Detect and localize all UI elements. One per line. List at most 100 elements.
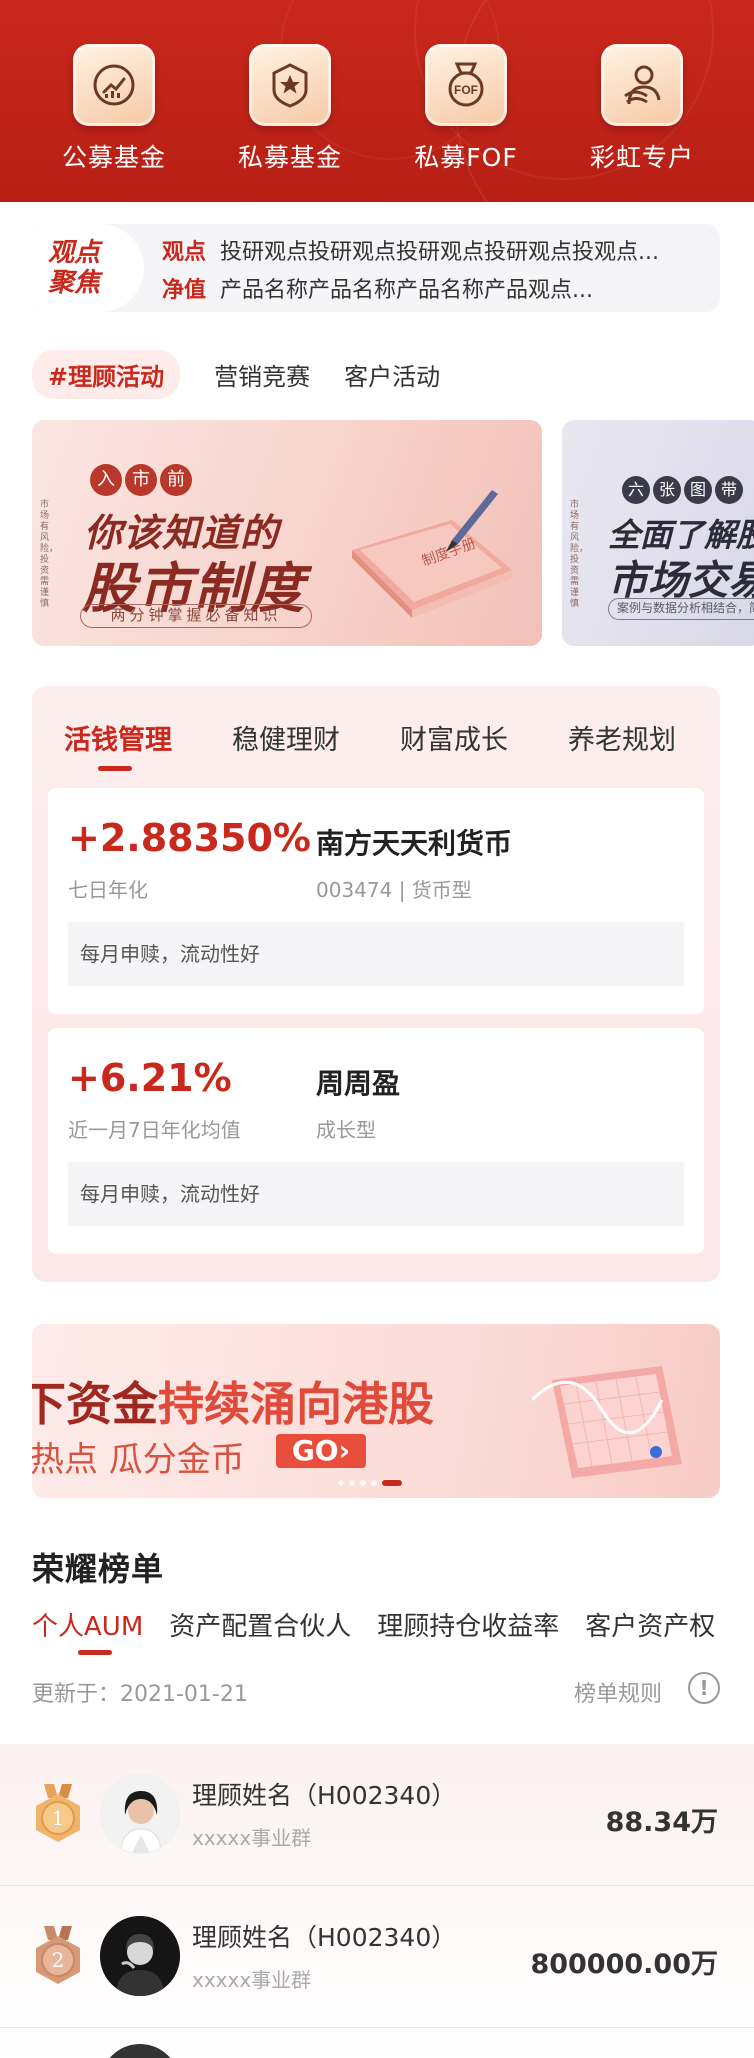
tab-wealth-growth[interactable]: 财富成长 [400,718,508,757]
product-rate-label: 七日年化 [68,878,148,902]
banner-badges: 入 市 前 [90,464,195,496]
banner-subtitle: 两分钟掌握必备知识 [80,604,312,628]
product-panel: 活钱管理 稳健理财 财富成长 养老规划 +2.88350% 七日年化 南方天天利… [32,686,720,1282]
ranking-row[interactable]: 2 理顾姓名（H002340） xxxxx事业群 800000.00万 [0,1886,754,2028]
focus-row-viewpoint[interactable]: 观点 投研观点投研观点投研观点投研观点投观点... [162,234,702,266]
category-nav: 公募基金 私募基金 FOF 私募FOF 彩虹专户 [0,44,754,174]
product-rate: +2.88350% [68,816,311,860]
focus-logo: 观点 聚焦 [32,224,144,312]
product-meta: 成长型 [316,1118,376,1142]
nav-label: 彩虹专户 [589,143,694,172]
focus-text: 投研观点投研观点投研观点投研观点投观点... [220,240,659,265]
carousel-dot [360,1480,366,1486]
focus-strip[interactable]: 观点 聚焦 观点 投研观点投研观点投研观点投研观点投观点... 净值 产品名称产… [32,224,720,312]
help-icon[interactable]: ! [688,1672,720,1704]
nav-item-private-fof[interactable]: FOF 私募FOF [378,44,554,174]
badge-char: 张 [653,476,681,504]
ranking-tabs: 个人AUM 资产配置合伙人 理顾持仓收益率 客户资产权 [32,1606,741,1655]
svg-text:FOF: FOF [454,83,478,97]
promo-banner[interactable]: 下资金持续涌向港股 热点 瓜分金币 GO› [32,1324,720,1498]
avatar [100,2044,180,2058]
nav-item-rainbow-account[interactable]: 彩虹专户 [554,44,730,174]
gold-medal-icon: 1 [36,1784,80,1842]
badge-char: 入 [90,464,122,496]
avatar [100,1774,180,1854]
ranking-list: 1 理顾姓名（H002340） xxxxx事业群 88.34万 2 理顾姓名（H… [0,1744,754,2058]
focus-tag: 观点 [162,240,207,265]
aum-value: 88.34万 [605,1807,718,1838]
nav-item-private-fund[interactable]: 私募基金 [202,44,378,174]
product-tag: 每月申赎，流动性好 [68,922,684,986]
chart-board-illustration [532,1366,682,1478]
tab-cash-management[interactable]: 活钱管理 [64,718,172,771]
advisor-name: 理顾姓名（H002340） [192,1923,457,1952]
focus-text: 产品名称产品名称产品名称产品观点... [220,278,593,303]
banner-stock-system[interactable]: 市场有风险，投资需谨慎 入 市 前 你该知道的 股市制度 两分钟掌握必备知识 制… [32,420,542,646]
badge-char: 市 [125,464,157,496]
risk-disclaimer: 市场有风险，投资需谨慎 [570,500,589,609]
product-rate-label: 近一月7日年化均值 [68,1118,241,1142]
fof-medal-icon: FOF [425,44,507,126]
risk-disclaimer: 市场有风险，投资需谨慎 [40,500,59,609]
banner-badges: 六 张 图 带 [622,476,746,504]
tab-advisor-activity[interactable]: #理顾活动 [32,350,181,399]
promo-title-red: 持续涌向港股 [158,1377,434,1431]
star-badge-icon [249,44,331,126]
product-tabs: 活钱管理 稳健理财 财富成长 养老规划 [32,718,720,771]
rank-number: 1 [52,1806,65,1830]
carousel-indicator [338,1480,407,1486]
avatar [100,1916,180,1996]
rank-number: 2 [52,1948,65,1972]
nav-item-public-fund[interactable]: 公募基金 [26,44,202,174]
chart-coin-icon [73,44,155,126]
focus-logo-line1: 观点 [48,238,101,268]
top-header: 公募基金 私募基金 FOF 私募FOF 彩虹专户 [0,0,754,202]
tab-customer-activity[interactable]: 客户活动 [344,357,440,392]
product-card[interactable]: +2.88350% 七日年化 南方天天利货币 003474 | 货币型 每月申赎… [48,788,704,1014]
nav-label: 私募FOF [414,143,518,172]
banner-market-trading[interactable]: 市场有风险，投资需谨慎 六 张 图 带 全面了解股 市场交易 案例与数据分析相结… [562,420,754,646]
go-button[interactable]: GO› [276,1434,366,1468]
tab-marketing-contest[interactable]: 营销竞赛 [214,357,310,392]
nav-label: 公募基金 [61,143,166,172]
promo-title-dark: 下资金 [32,1377,158,1431]
product-tag: 每月申赎，流动性好 [68,1162,684,1226]
tab-personal-aum[interactable]: 个人AUM [32,1606,143,1655]
carousel-dot-active [382,1480,402,1486]
focus-logo-line2: 聚焦 [48,268,101,298]
product-meta: 003474 | 货币型 [316,878,472,902]
carousel-dot [349,1480,355,1486]
advisor-dept: xxxxx事业群 [192,1968,312,1992]
advisor-name: 理顾姓名（H002340） [192,1781,457,1810]
product-name: 周周盈 [316,1067,401,1100]
rainbow-user-icon [601,44,683,126]
ranking-row[interactable]: 1 理顾姓名（H002340） xxxxx事业群 88.34万 [0,1744,754,1886]
tab-holding-return-rate[interactable]: 理顾持仓收益率 [377,1606,559,1643]
badge-char: 带 [715,476,743,504]
tab-stable-finance[interactable]: 稳健理财 [232,718,340,757]
book-pen-illustration: 制度手册 [352,490,512,618]
activity-tabs: #理顾活动 营销竞赛 客户活动 [32,350,474,399]
carousel-dot [371,1480,377,1486]
tab-customer-assets[interactable]: 客户资产权 [585,1606,715,1643]
product-card[interactable]: +6.21% 近一月7日年化均值 周周盈 成长型 每月申赎，流动性好 [48,1028,704,1254]
silver-medal-icon: 2 [36,1926,80,1984]
product-rate: +6.21% [68,1056,232,1100]
nav-label: 私募基金 [237,143,342,172]
ranking-title: 荣耀榜单 [32,1550,165,1588]
product-name: 南方天天利货币 [316,827,513,860]
promo-subtitle: 热点 瓜分金币 [32,1440,245,1480]
badge-char: 图 [684,476,712,504]
banner-subtitle: 案例与数据分析相结合，简单 [608,598,754,620]
badge-char: 前 [160,464,192,496]
promo-title: 下资金持续涌向港股 [32,1368,434,1434]
update-date: 更新于：2021-01-21 [32,1682,248,1707]
carousel-dot [338,1480,344,1486]
tab-asset-allocation-partner[interactable]: 资产配置合伙人 [169,1606,351,1643]
aum-value: 800000.00万 [530,1949,718,1980]
badge-char: 六 [622,476,650,504]
focus-row-nav[interactable]: 净值 产品名称产品名称产品名称产品观点... [162,272,702,304]
ranking-rules-link[interactable]: 榜单规则 [574,1676,662,1708]
advisor-dept: xxxxx事业群 [192,1826,312,1850]
tab-retirement-plan[interactable]: 养老规划 [568,718,676,757]
